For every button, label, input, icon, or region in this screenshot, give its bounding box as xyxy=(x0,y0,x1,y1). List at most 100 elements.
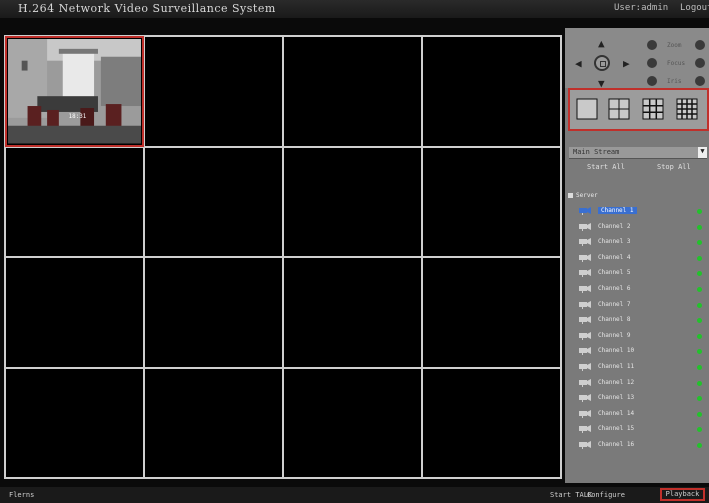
layout-selector xyxy=(568,88,709,131)
status-dot-icon xyxy=(697,302,702,308)
status-dot-icon xyxy=(697,396,702,402)
video-cell-1[interactable]: 18:31 xyxy=(5,36,144,147)
camera-feed-thumbnail: 18:31 xyxy=(8,39,141,144)
camera-icon xyxy=(579,331,591,340)
video-cell-7[interactable] xyxy=(284,147,421,256)
camera-icon xyxy=(579,378,591,387)
channel-item[interactable]: Channel 7 xyxy=(579,300,704,311)
start-all-button[interactable]: Start All xyxy=(587,163,625,171)
camera-icon xyxy=(579,441,591,449)
camera-icon xyxy=(579,316,591,325)
layout-1-icon[interactable] xyxy=(576,98,598,120)
video-cell-14[interactable] xyxy=(145,368,282,477)
stream-select[interactable]: Main Stream ▼ xyxy=(569,147,707,159)
channel-item[interactable]: Channel 9 xyxy=(579,331,704,342)
camera-icon xyxy=(579,363,591,371)
channel-item[interactable]: Channel 14 xyxy=(579,409,704,420)
video-cell-6[interactable] xyxy=(145,147,282,256)
video-cell-8[interactable] xyxy=(423,147,560,256)
focus-minus-icon[interactable] xyxy=(647,58,657,68)
channel-label: Channel 2 xyxy=(598,222,631,230)
video-cell-16[interactable] xyxy=(423,368,560,477)
channel-label: Channel 9 xyxy=(598,331,631,339)
layout-4-icon[interactable] xyxy=(608,98,630,120)
status-dot-icon xyxy=(697,365,702,370)
ptz-controls: ▲ ◀ ▶ ▼ Zoom Focus Iris xyxy=(565,28,709,89)
status-dot-icon xyxy=(697,411,702,417)
status-dot-icon xyxy=(697,224,702,230)
iris-label: Iris xyxy=(667,78,682,85)
channel-item[interactable]: Channel 8 xyxy=(579,315,704,326)
channel-item[interactable]: Channel 1 xyxy=(579,206,704,217)
video-grid: 18:31 xyxy=(4,35,562,479)
video-cell-3[interactable] xyxy=(284,37,421,146)
channel-item[interactable]: Channel 15 xyxy=(579,424,704,435)
camera-icon xyxy=(579,238,591,247)
channel-label: Channel 16 xyxy=(598,441,635,448)
channel-item[interactable]: Channel 6 xyxy=(579,284,704,295)
focus-plus-icon[interactable] xyxy=(695,58,705,68)
status-dot-icon xyxy=(697,287,702,292)
video-cell-10[interactable] xyxy=(145,258,282,367)
video-cell-12[interactable] xyxy=(423,258,560,367)
status-dot-icon xyxy=(697,255,702,261)
channel-item[interactable]: Channel 12 xyxy=(579,378,704,389)
channel-item[interactable]: Channel 4 xyxy=(579,253,704,264)
ptz-up-arrow-icon[interactable]: ▲ xyxy=(598,38,605,49)
video-cell-4[interactable] xyxy=(423,37,560,146)
ptz-center-icon[interactable] xyxy=(594,55,610,71)
configure-button[interactable]: Configure xyxy=(587,491,625,499)
channel-label: Channel 6 xyxy=(598,285,631,292)
status-dot-icon xyxy=(697,318,702,324)
layout-9-icon[interactable] xyxy=(642,98,664,120)
status-dot-icon xyxy=(697,349,702,355)
server-label: Server xyxy=(576,192,598,199)
channel-item[interactable]: Channel 16 xyxy=(579,440,704,451)
channel-item[interactable]: Channel 10 xyxy=(579,346,704,357)
ptz-right-arrow-icon[interactable]: ▶ xyxy=(623,58,630,69)
camera-icon xyxy=(579,409,591,418)
channel-item[interactable]: Channel 11 xyxy=(579,362,704,373)
status-dot-icon xyxy=(697,427,702,433)
focus-label: Focus xyxy=(667,60,686,67)
video-cell-15[interactable] xyxy=(284,368,421,477)
video-cell-5[interactable] xyxy=(6,147,143,256)
channel-item[interactable]: Channel 5 xyxy=(579,268,704,279)
zoom-minus-icon[interactable] xyxy=(647,40,657,50)
tree-expander-icon[interactable] xyxy=(568,193,573,198)
start-talk-button[interactable]: Start TALK xyxy=(550,491,592,499)
video-cell-9[interactable] xyxy=(6,258,143,367)
bottom-bar: Flerns Start TALK Configure Playback xyxy=(0,487,709,503)
ptz-left-arrow-icon[interactable]: ◀ xyxy=(575,58,582,69)
title-bar: H.264 Network Video Surveillance System … xyxy=(0,0,709,18)
channel-label: Channel 7 xyxy=(598,300,631,308)
status-text: Flerns xyxy=(9,491,35,499)
camera-icon xyxy=(579,207,591,215)
channel-item[interactable]: Channel 13 xyxy=(579,393,704,404)
camera-icon xyxy=(579,300,591,309)
channel-label: Channel 11 xyxy=(598,363,635,370)
channel-item[interactable]: Channel 3 xyxy=(579,237,704,248)
logout-link[interactable]: Logout xyxy=(680,3,709,13)
video-cell-11[interactable] xyxy=(284,258,421,367)
iris-plus-icon[interactable] xyxy=(695,76,705,86)
status-dot-icon xyxy=(697,240,702,246)
layout-16-icon[interactable] xyxy=(676,98,698,120)
iris-minus-icon[interactable] xyxy=(647,76,657,86)
status-dot-icon xyxy=(697,443,702,448)
user-label: User:admin xyxy=(614,3,669,13)
chevron-down-icon[interactable]: ▼ xyxy=(698,147,707,158)
channel-item[interactable]: Channel 2 xyxy=(579,222,704,233)
video-cell-13[interactable] xyxy=(6,368,143,477)
server-tree-root[interactable]: Server xyxy=(568,192,598,199)
video-cell-2[interactable] xyxy=(145,37,282,146)
camera-icon xyxy=(579,347,591,356)
playback-button[interactable]: Playback xyxy=(660,488,705,501)
channel-label: Channel 8 xyxy=(598,316,631,324)
channel-label: Channel 10 xyxy=(598,347,635,355)
zoom-plus-icon[interactable] xyxy=(695,40,705,50)
channel-label: Channel 3 xyxy=(598,238,631,246)
status-dot-icon xyxy=(697,380,702,386)
channel-label: Channel 5 xyxy=(598,269,631,277)
stop-all-button[interactable]: Stop All xyxy=(657,163,691,171)
